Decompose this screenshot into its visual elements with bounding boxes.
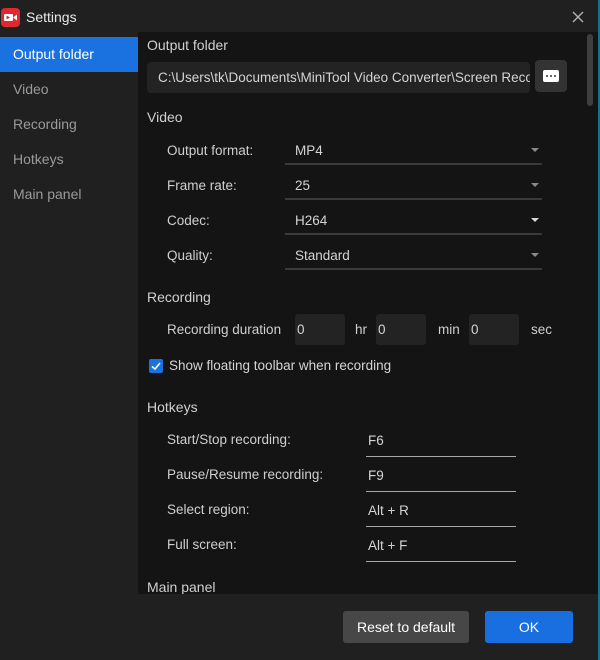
hotkey-select-region-value: Alt + R xyxy=(368,503,409,518)
seconds-unit-label: sec xyxy=(531,322,553,337)
settings-window: Settings Output folder Video Recording H… xyxy=(0,0,598,660)
duration-hours-input[interactable]: 0 xyxy=(295,314,345,345)
browse-folder-button[interactable] xyxy=(535,60,567,92)
window-title: Settings xyxy=(26,9,77,25)
hotkey-pause-resume-input[interactable]: F9 xyxy=(366,462,516,492)
chevron-down-icon xyxy=(531,183,539,187)
section-title-hotkeys: Hotkeys xyxy=(147,399,198,415)
section-title-output-folder: Output folder xyxy=(147,37,228,53)
section-title-main-panel: Main panel xyxy=(147,579,216,594)
reset-to-default-button[interactable]: Reset to default xyxy=(343,611,469,643)
codec-label: Codec: xyxy=(167,213,210,228)
chevron-down-icon xyxy=(531,148,539,152)
settings-content: Output folder C:\Users\tk\Documents\Mini… xyxy=(138,32,598,594)
hotkey-pause-resume-label: Pause/Resume recording: xyxy=(167,467,324,482)
dialog-footer: Reset to default OK xyxy=(0,594,598,660)
hotkey-start-stop-value: F6 xyxy=(368,433,384,448)
chevron-down-icon xyxy=(531,218,539,222)
hotkey-start-stop-label: Start/Stop recording: xyxy=(167,432,291,447)
frame-rate-select[interactable]: 25 xyxy=(285,170,542,200)
hotkey-select-region-input[interactable]: Alt + R xyxy=(366,497,516,527)
floating-toolbar-checkbox[interactable] xyxy=(149,359,163,373)
sidebar: Output folder Video Recording Hotkeys Ma… xyxy=(0,36,138,594)
output-format-value: MP4 xyxy=(295,143,323,158)
hotkey-start-stop-input[interactable]: F6 xyxy=(366,427,516,457)
hotkey-select-region-label: Select region: xyxy=(167,502,250,517)
hotkey-full-screen-input[interactable]: Alt + F xyxy=(366,532,516,562)
hotkey-full-screen-label: Full screen: xyxy=(167,537,237,552)
close-icon xyxy=(572,11,584,23)
ok-button[interactable]: OK xyxy=(485,611,573,643)
duration-seconds-input[interactable]: 0 xyxy=(469,314,519,345)
output-folder-path-field[interactable]: C:\Users\tk\Documents\MiniTool Video Con… xyxy=(147,62,530,93)
checkmark-icon xyxy=(151,362,161,371)
video-camera-icon xyxy=(1,8,20,27)
floating-toolbar-label[interactable]: Show floating toolbar when recording xyxy=(169,358,391,373)
hours-unit-label: hr xyxy=(355,322,368,337)
minutes-unit-label: min xyxy=(438,322,460,337)
sidebar-item-hotkeys[interactable]: Hotkeys xyxy=(0,142,138,177)
more-dots-icon xyxy=(543,70,559,82)
frame-rate-label: Frame rate: xyxy=(167,178,237,193)
sidebar-item-main-panel[interactable]: Main panel xyxy=(0,177,138,212)
output-format-select[interactable]: MP4 xyxy=(285,135,542,165)
codec-select[interactable]: H264 xyxy=(285,205,542,235)
quality-label: Quality: xyxy=(167,248,213,263)
duration-minutes-input[interactable]: 0 xyxy=(376,314,426,345)
hotkey-full-screen-value: Alt + F xyxy=(368,538,408,553)
sidebar-item-video[interactable]: Video xyxy=(0,72,138,107)
sidebar-item-recording[interactable]: Recording xyxy=(0,107,138,142)
section-title-recording: Recording xyxy=(147,289,211,305)
section-title-video: Video xyxy=(147,109,183,125)
quality-value: Standard xyxy=(295,248,350,263)
hotkey-pause-resume-value: F9 xyxy=(368,468,384,483)
sidebar-item-output-folder[interactable]: Output folder xyxy=(0,37,138,72)
title-bar: Settings xyxy=(0,0,598,36)
quality-select[interactable]: Standard xyxy=(285,240,542,270)
codec-value: H264 xyxy=(295,213,328,228)
close-button[interactable] xyxy=(568,7,588,27)
scrollbar-thumb[interactable] xyxy=(587,34,593,106)
recording-duration-label: Recording duration xyxy=(167,322,282,337)
output-format-label: Output format: xyxy=(167,143,254,158)
chevron-down-icon xyxy=(531,253,539,257)
frame-rate-value: 25 xyxy=(295,178,311,193)
